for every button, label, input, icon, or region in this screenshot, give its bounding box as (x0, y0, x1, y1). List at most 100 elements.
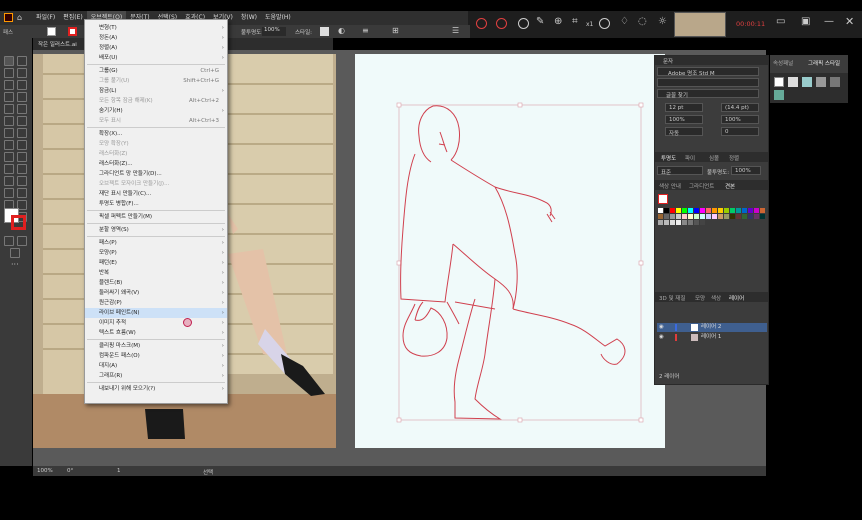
tray-icon[interactable]: ▣ (801, 16, 810, 27)
leading-field[interactable]: (14.4 pt) (721, 103, 759, 112)
style-swatch-2[interactable] (788, 77, 798, 87)
color-mode-icon[interactable] (4, 236, 14, 246)
kerning-field[interactable]: 자동 (665, 127, 703, 137)
object-menu-item[interactable]: 래스터화(Z) (85, 149, 227, 159)
transparency-opacity-field[interactable]: 100% (731, 166, 761, 175)
object-menu-item[interactable]: 그래프(R) › (85, 371, 227, 381)
target-icon[interactable] (599, 18, 610, 29)
menu-item[interactable]: 창(W) (237, 11, 261, 25)
tab-swatches[interactable]: 견본 (725, 182, 735, 190)
panel-menu-icon[interactable]: ☰ (452, 26, 459, 35)
style-swatch-3[interactable] (802, 77, 812, 87)
style-swatch-4[interactable] (816, 77, 826, 87)
eye-icon[interactable]: ◉ (659, 323, 664, 332)
object-menu-item[interactable]: 모두 표시 Alt+Ctrl+3 (85, 116, 227, 126)
rotate-tool-icon[interactable] (4, 128, 14, 138)
ai-logo-icon[interactable] (4, 13, 13, 22)
color-swatch[interactable] (658, 208, 663, 213)
object-menu-item[interactable]: 모든 항목 잠금 해제(K) Alt+Ctrl+2 (85, 96, 227, 106)
color-swatch[interactable] (724, 208, 729, 213)
symbol-sprayer-tool-icon[interactable] (4, 188, 14, 198)
pencil-tool-icon[interactable] (4, 116, 14, 126)
menu-item[interactable]: 도움말(H) (261, 11, 295, 25)
object-menu-item[interactable]: 블렌드(B) › (85, 278, 227, 288)
object-menu-item[interactable]: 픽셀 퍼펙트 만들기(M) (85, 212, 227, 222)
opacity-field[interactable]: 100% (262, 27, 286, 36)
zoom-level[interactable]: 100% (37, 468, 53, 474)
color-swatch[interactable] (712, 214, 717, 219)
color-swatch[interactable] (736, 214, 741, 219)
stroke-color-box[interactable] (11, 215, 26, 230)
artboard[interactable] (355, 54, 665, 448)
align-icon[interactable]: ≡ (362, 26, 369, 35)
color-swatch[interactable] (694, 220, 699, 225)
color-swatch[interactable] (742, 208, 747, 213)
free-transform-tool-icon[interactable] (17, 140, 27, 150)
perspective-tool-icon[interactable] (17, 152, 27, 162)
color-swatch[interactable] (658, 214, 663, 219)
color-swatch[interactable] (730, 214, 735, 219)
magic-wand-tool-icon[interactable] (4, 68, 14, 78)
object-menu-item[interactable]: 숨기기(H) › (85, 106, 227, 116)
object-menu-item[interactable]: 오브젝트 모자이크 만들기(J)... (85, 179, 227, 189)
tab-symbol[interactable]: 심볼 (709, 154, 719, 162)
object-menu-item[interactable]: 패스(P) › (85, 238, 227, 248)
line-tool-icon[interactable] (17, 92, 27, 102)
scale-h-field[interactable]: 100% (665, 115, 703, 124)
font-search-field[interactable]: Adobe 명조 Std M (657, 67, 759, 77)
tab-color-guide[interactable]: 색상 안내 (659, 182, 681, 190)
object-menu-item[interactable]: 대지(A) › (85, 361, 227, 371)
stroke-swatch[interactable] (68, 27, 77, 36)
zoom-in-icon[interactable]: ⊕ (554, 16, 562, 27)
menu-item[interactable]: 편집(E) (59, 11, 87, 25)
record-stop-icon[interactable] (476, 18, 487, 29)
object-menu-item[interactable]: 모양(P) › (85, 248, 227, 258)
globe-icon[interactable]: ◐ (338, 26, 345, 35)
gradient-tool-icon[interactable] (17, 164, 27, 174)
drop-icon[interactable]: ♢ (620, 16, 629, 27)
rotation-angle[interactable]: 0° (67, 468, 73, 474)
fill-swatch[interactable] (47, 27, 56, 36)
style-swatch-1[interactable] (774, 77, 784, 87)
layer-name[interactable]: 레이어 1 (701, 333, 721, 342)
eraser-tool-icon[interactable] (17, 116, 27, 126)
tab-appearance[interactable]: 모양 (695, 294, 705, 302)
blend-mode-select[interactable]: 표준 (657, 166, 703, 176)
style-swatch[interactable] (320, 27, 329, 36)
color-swatch[interactable] (658, 220, 663, 225)
object-menu-item[interactable]: 원근감(P) › (85, 298, 227, 308)
color-swatch[interactable] (688, 214, 693, 219)
tracking-field[interactable]: 0 (721, 127, 759, 136)
color-swatch[interactable] (670, 220, 675, 225)
menu-item[interactable]: 파일(F) (32, 11, 59, 25)
object-menu-item[interactable]: 배포(U) › (85, 53, 227, 63)
object-menu-item[interactable]: 패턴(E) › (85, 258, 227, 268)
color-swatch[interactable] (712, 208, 717, 213)
color-swatch[interactable] (760, 214, 765, 219)
tab-layers[interactable]: 레이어 (729, 294, 744, 302)
object-menu-item[interactable]: 래스터화(Z)... (85, 159, 227, 169)
tab-properties[interactable]: 속성패널 (773, 59, 793, 67)
object-menu-item[interactable]: 투명도 병합(F)... (85, 199, 227, 209)
color-swatch[interactable] (718, 208, 723, 213)
tab-color[interactable]: 색상 (711, 294, 721, 302)
swatch-grid[interactable] (658, 208, 766, 252)
color-swatch[interactable] (694, 208, 699, 213)
eye-icon[interactable]: ◉ (659, 333, 664, 342)
direct-selection-tool-icon[interactable] (17, 56, 27, 66)
screen-mode-icon[interactable] (10, 248, 20, 258)
object-menu-item[interactable]: 반복 › (85, 268, 227, 278)
color-swatch[interactable] (736, 208, 741, 213)
object-menu-item[interactable]: 그룹(G) Ctrl+G (85, 66, 227, 76)
object-menu-item[interactable]: 내보내기 위해 모으기(?) › (85, 384, 227, 394)
object-menu-item[interactable]: 확장(X)... (85, 129, 227, 139)
blend-tool-icon[interactable] (17, 176, 27, 186)
line-art-drawing[interactable] (355, 54, 665, 448)
font-style-field[interactable] (657, 78, 759, 87)
object-menu-item[interactable]: 정돈(A) › (85, 33, 227, 43)
color-swatch[interactable] (676, 220, 681, 225)
width-tool-icon[interactable] (4, 140, 14, 150)
layer-row-1[interactable]: ◉ 레이어 1 (657, 333, 767, 342)
object-menu-item[interactable]: 재단 표시 만들기(C)... (85, 189, 227, 199)
color-swatch[interactable] (676, 214, 681, 219)
